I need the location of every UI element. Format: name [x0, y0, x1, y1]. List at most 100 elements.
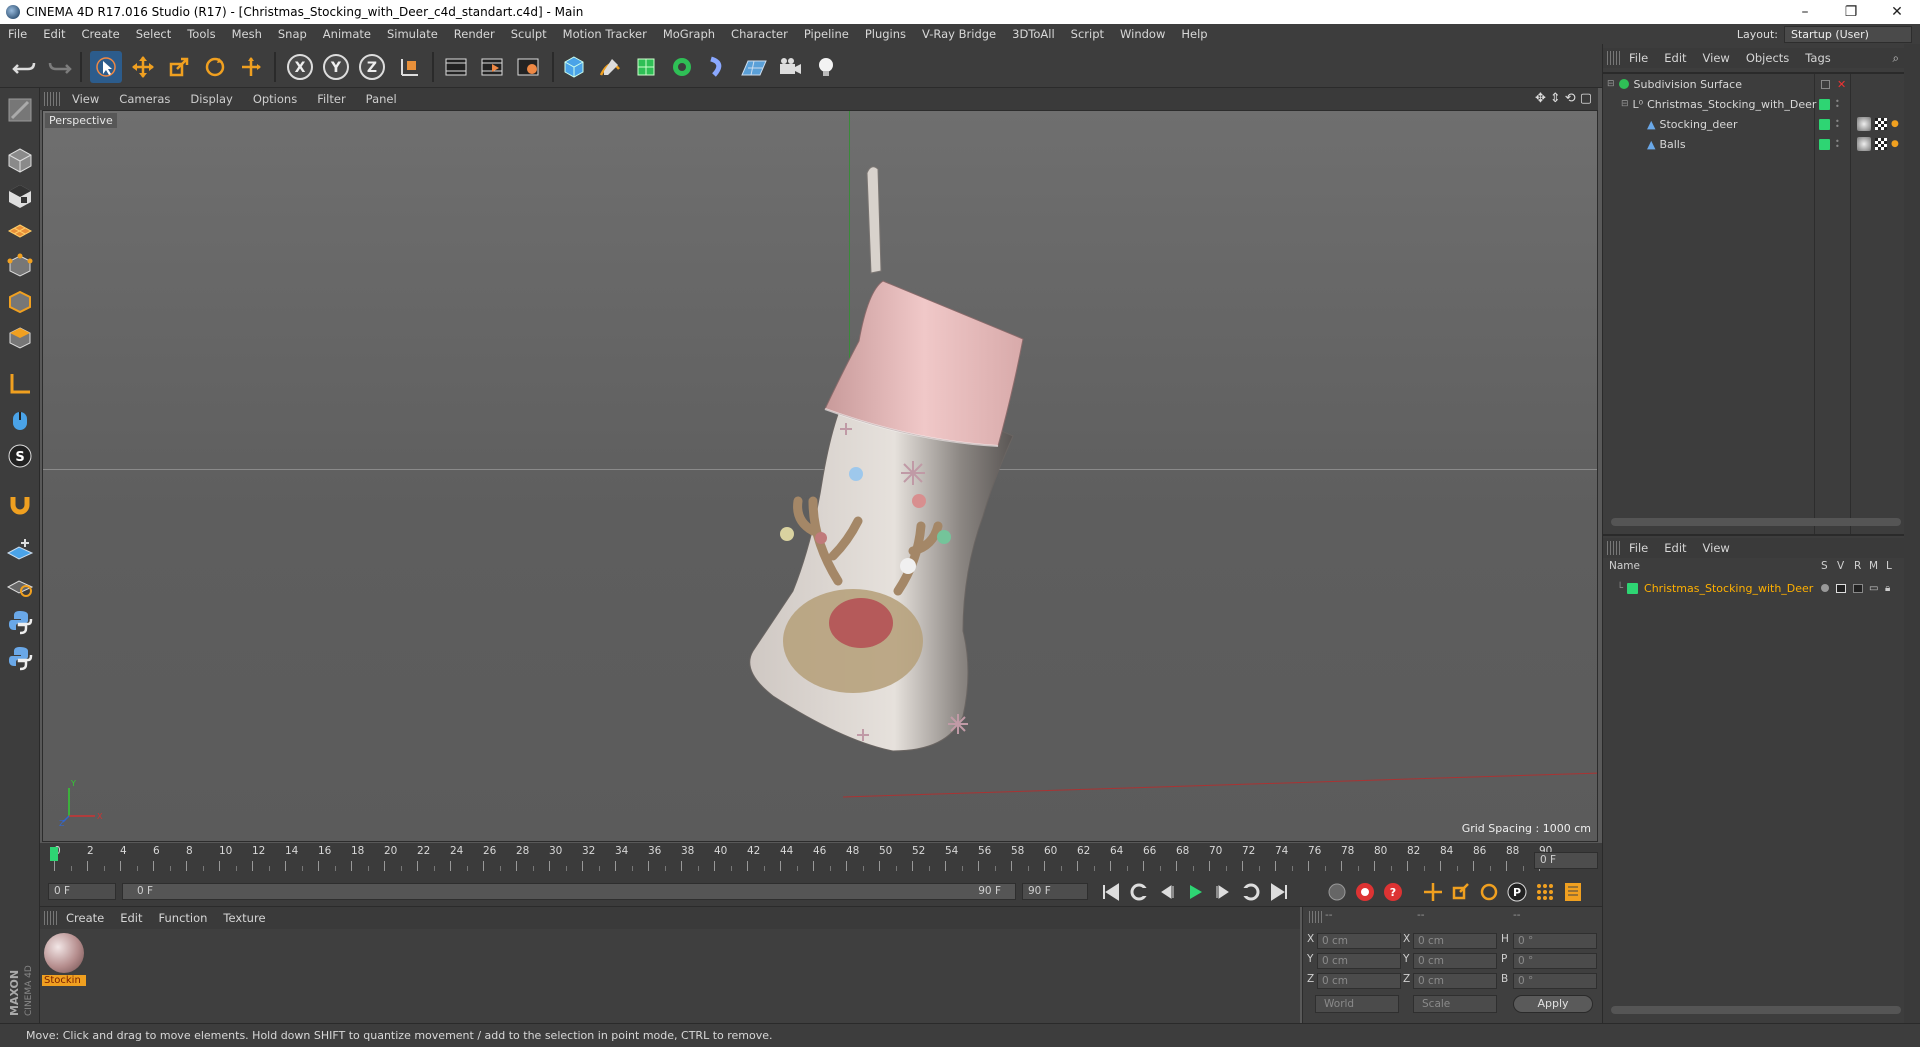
floor-icon[interactable] — [738, 51, 770, 83]
goto-start-icon[interactable] — [1100, 881, 1122, 906]
menu-window[interactable]: Window — [1112, 27, 1173, 41]
end-frame-field[interactable]: 90 F — [1022, 883, 1088, 900]
render-view-icon[interactable] — [440, 51, 472, 83]
om-menu-tags[interactable]: Tags — [1797, 51, 1838, 65]
object-row-christmas-stocking[interactable]: ⊟ L⁰ Christmas_Stocking_with_Deer • • — [1603, 94, 1905, 114]
horizontal-scrollbar[interactable] — [1611, 1006, 1901, 1014]
panel-grip-icon[interactable] — [44, 92, 62, 106]
python-console-icon[interactable] — [4, 642, 36, 674]
object-row-stocking-deer[interactable]: ▲ Stocking_deer • • ● — [1603, 114, 1905, 134]
material-menu-edit[interactable]: Edit — [112, 911, 150, 925]
size-z-field[interactable]: 0 cm — [1413, 973, 1497, 989]
panel-grip-icon[interactable] — [1309, 911, 1323, 923]
layer-color-tag[interactable] — [1819, 98, 1830, 110]
rotate-tool-icon[interactable] — [199, 51, 231, 83]
current-frame-field[interactable]: 0 F — [1534, 852, 1598, 869]
menu-simulate[interactable]: Simulate — [379, 27, 446, 41]
layout-dropdown[interactable]: Startup (User) — [1784, 26, 1912, 43]
subdivision-surface-icon[interactable] — [630, 51, 662, 83]
menu-file[interactable]: File — [0, 27, 35, 41]
texture-mode-icon[interactable] — [4, 180, 36, 212]
prev-frame-icon[interactable] — [1156, 881, 1178, 906]
record-keys-icon[interactable] — [1354, 881, 1376, 906]
rotation-p-field[interactable]: 0 ° — [1513, 953, 1597, 969]
goto-end-icon[interactable] — [1268, 881, 1290, 906]
range-slider[interactable]: 0 F 90 F — [122, 883, 1016, 900]
menu-animate[interactable]: Animate — [315, 27, 379, 41]
cloner-icon[interactable] — [666, 51, 698, 83]
menu-script[interactable]: Script — [1063, 27, 1112, 41]
menu-render[interactable]: Render — [446, 27, 503, 41]
position-z-field[interactable]: 0 cm — [1317, 973, 1401, 989]
viewport-menu-view[interactable]: View — [62, 92, 109, 106]
rotation-h-field[interactable]: 0 ° — [1513, 933, 1597, 949]
timeline-ruler[interactable]: 0246810121416182022242628303234363840424… — [40, 843, 1602, 877]
viewport-menu-panel[interactable]: Panel — [356, 92, 407, 106]
panel-grip-icon[interactable] — [1607, 541, 1621, 555]
menu-vray-bridge[interactable]: V-Ray Bridge — [914, 27, 1004, 41]
tweak-mode-icon[interactable] — [4, 404, 36, 436]
enable-axis-icon[interactable] — [4, 368, 36, 400]
render-to-picture-viewer-icon[interactable] — [476, 51, 508, 83]
timeline-window-icon[interactable] — [1562, 881, 1584, 906]
menu-3dtoall[interactable]: 3DToAll — [1004, 27, 1063, 41]
prev-key-icon[interactable] — [1128, 881, 1150, 906]
playhead-marker[interactable] — [50, 847, 58, 861]
close-button[interactable]: ✕ — [1874, 0, 1920, 24]
make-editable-icon[interactable] — [4, 94, 36, 126]
start-frame-field[interactable]: 0 F — [48, 883, 116, 900]
camera-icon[interactable] — [774, 51, 806, 83]
collapse-icon[interactable]: ⊟ — [1607, 79, 1615, 89]
solo-toggle-icon[interactable] — [1821, 584, 1829, 592]
search-icon[interactable]: ⌕ — [1893, 51, 1899, 66]
key-pla-icon[interactable] — [1534, 881, 1556, 906]
perspective-viewport[interactable]: Perspective Y X Z Grid Spacing: 1000 cm — [42, 110, 1598, 842]
menu-edit[interactable]: Edit — [35, 27, 73, 41]
panel-grip-icon[interactable] — [44, 911, 58, 925]
manager-toggle-icon[interactable]: ▭ — [1869, 583, 1878, 594]
workplane-lock-icon[interactable] — [4, 570, 36, 602]
render-toggle-icon[interactable] — [1853, 583, 1863, 593]
light-icon[interactable] — [810, 51, 842, 83]
material-swatch[interactable]: Stockin — [42, 931, 86, 989]
material-tag-icon[interactable] — [1857, 117, 1871, 131]
workplane-icon[interactable] — [4, 214, 36, 246]
size-y-field[interactable]: 0 cm — [1413, 953, 1497, 969]
viewport-maximize-icon[interactable]: ▢ — [1580, 91, 1592, 106]
visibility-dots-icon[interactable]: • • — [1835, 98, 1840, 111]
om-menu-edit[interactable]: Edit — [1656, 51, 1694, 65]
key-scale-icon[interactable] — [1450, 881, 1472, 906]
lm-menu-edit[interactable]: Edit — [1656, 541, 1694, 555]
menu-tools[interactable]: Tools — [179, 27, 223, 41]
live-selection-icon[interactable] — [90, 51, 122, 83]
menu-create[interactable]: Create — [74, 27, 128, 41]
viewport-zoom-icon[interactable]: ⇕ — [1550, 91, 1561, 106]
edges-mode-icon[interactable] — [4, 286, 36, 318]
undo-icon[interactable] — [8, 51, 40, 83]
viewport-menu-filter[interactable]: Filter — [307, 92, 355, 106]
position-x-field[interactable]: 0 cm — [1317, 933, 1401, 949]
render-settings-icon[interactable] — [512, 51, 544, 83]
key-position-icon[interactable] — [1422, 881, 1444, 906]
next-key-icon[interactable] — [1240, 881, 1262, 906]
menu-help[interactable]: Help — [1173, 27, 1215, 41]
lock-icon[interactable]: 🔒︎ — [1885, 583, 1890, 594]
restore-button[interactable]: ❐ — [1828, 0, 1874, 24]
layer-color-swatch[interactable] — [1627, 582, 1639, 594]
menu-mesh[interactable]: Mesh — [224, 27, 270, 41]
lm-menu-view[interactable]: View — [1695, 541, 1738, 555]
x-axis-lock-icon[interactable]: X — [284, 51, 316, 83]
apply-button[interactable]: Apply — [1513, 995, 1593, 1013]
snap-icon[interactable] — [4, 488, 36, 520]
menu-mograph[interactable]: MoGraph — [655, 27, 723, 41]
menu-snap[interactable]: Snap — [270, 27, 315, 41]
key-parameter-icon[interactable]: P — [1506, 881, 1528, 906]
panel-grip-icon[interactable] — [1607, 51, 1621, 65]
z-axis-lock-icon[interactable]: Z — [356, 51, 388, 83]
next-frame-icon[interactable] — [1212, 881, 1234, 906]
menu-select[interactable]: Select — [128, 27, 179, 41]
object-row-balls[interactable]: ▲ Balls • • ● — [1603, 134, 1905, 154]
grid-lock-icon[interactable] — [4, 534, 36, 566]
menu-character[interactable]: Character — [723, 27, 796, 41]
menu-pipeline[interactable]: Pipeline — [796, 27, 857, 41]
